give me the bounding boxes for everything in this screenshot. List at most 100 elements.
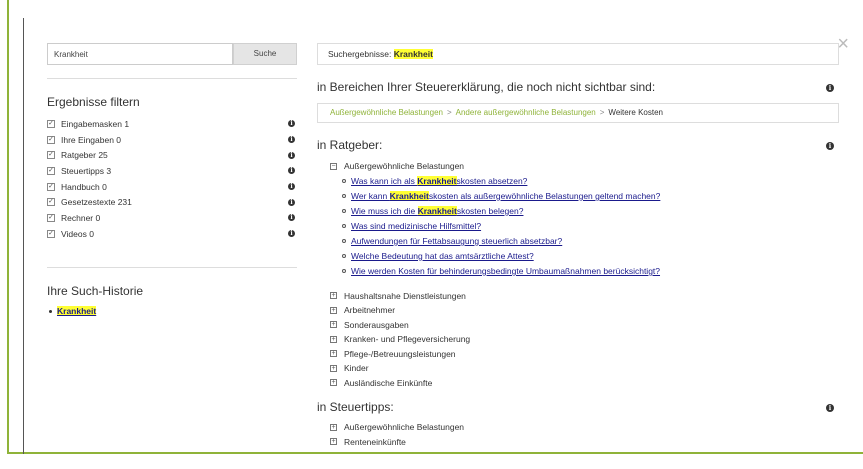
tree-link-item[interactable]: Welche Bedeutung hat das amtsärztliche A…	[342, 249, 660, 264]
filter-row[interactable]: ✓ Gesetzestexte 231 i	[47, 194, 297, 210]
tree-link-item[interactable]: Aufwendungen für Fettabsaugung steuerlic…	[342, 234, 660, 249]
link-text-highlight: Krankheit	[417, 206, 457, 216]
expand-icon[interactable]: +	[330, 292, 337, 300]
tree-node-label: Arbeitnehmer	[344, 305, 396, 316]
filter-row[interactable]: ✓ Ratgeber 25 i	[47, 147, 297, 163]
filter-row[interactable]: ✓ Steuertipps 3 i	[47, 163, 297, 179]
expand-icon[interactable]: +	[330, 438, 337, 446]
info-icon[interactable]: i	[288, 230, 295, 238]
info-icon[interactable]: i	[288, 167, 295, 175]
info-icon[interactable]: i	[288, 151, 295, 159]
tree-node-closed[interactable]: + Sonderausgaben	[330, 318, 660, 333]
filter-row[interactable]: ✓ Videos 0 i	[47, 226, 297, 242]
tree-node-closed[interactable]: + Arbeitnehmer	[330, 303, 660, 318]
checkbox-checked-icon[interactable]: ✓	[47, 229, 55, 238]
checkbox-checked-icon[interactable]: ✓	[47, 182, 55, 191]
tree-node-closed[interactable]: + Kranken- und Pflegeversicherung	[330, 332, 660, 347]
breadcrumb-item[interactable]: Außergewöhnliche Belastungen	[330, 108, 443, 117]
checkbox-checked-icon[interactable]: ✓	[47, 213, 55, 222]
search-input[interactable]	[47, 43, 233, 65]
filter-row[interactable]: ✓ Handbuch 0 i	[47, 179, 297, 195]
filter-label: Eingabemasken 1	[61, 118, 130, 129]
checkbox-checked-icon[interactable]: ✓	[47, 135, 55, 144]
filter-title: Ergebnisse filtern	[47, 95, 140, 109]
info-icon[interactable]: i	[826, 404, 834, 412]
info-icon[interactable]: i	[288, 136, 295, 144]
tree-link-item[interactable]: Wie muss ich die Krankheitskosten belege…	[342, 204, 660, 219]
filter-list: ✓ Eingabemasken 1 i ✓ Ihre Eingaben 0 i ✓ Ratge…	[47, 116, 297, 242]
history-link[interactable]: Krankheit	[57, 306, 97, 316]
filter-row[interactable]: ✓ Eingabemasken 1 i	[47, 116, 297, 132]
filter-label: Steuertipps 3	[61, 165, 112, 176]
filter-row[interactable]: ✓ Ihre Eingaben 0 i	[47, 132, 297, 148]
link-text-pre: Aufwendungen für Fettabsaugung steuerlic…	[351, 236, 563, 246]
filter-label: Videos 0	[61, 228, 94, 239]
filter-label: Ratgeber 25	[61, 150, 108, 161]
filter-label: Rechner 0	[61, 212, 101, 223]
result-link[interactable]: Was sind medizinische Hilfsmittel?	[351, 221, 481, 231]
expand-icon[interactable]: +	[330, 364, 337, 372]
tree-link-item[interactable]: Wie werden Kosten für behinderungsbeding…	[342, 264, 660, 279]
circle-bullet-icon	[342, 269, 346, 273]
section-hidden-title: in Bereichen Ihrer Steuererklärung, die …	[317, 80, 656, 94]
result-link[interactable]: Aufwendungen für Fettabsaugung steuerlic…	[351, 236, 562, 246]
expand-icon[interactable]: +	[330, 335, 337, 343]
filter-label: Gesetzestexte 231	[61, 197, 132, 208]
expand-icon[interactable]: +	[330, 321, 337, 329]
info-icon[interactable]: i	[288, 198, 295, 206]
info-icon[interactable]: i	[288, 183, 295, 191]
link-text-highlight: Krankheit	[417, 176, 457, 186]
link-text-pre: Wie werden Kosten für behinderungsbeding…	[351, 266, 661, 276]
ratgeber-links: Was kann ich als Krankheitskosten absetz…	[330, 174, 660, 279]
collapse-icon[interactable]: −	[330, 162, 337, 170]
expand-icon[interactable]: +	[330, 423, 337, 431]
tree-node-closed[interactable]: + Ausländische Einkünfte	[330, 376, 660, 391]
expand-icon[interactable]: +	[330, 379, 337, 387]
history-item[interactable]: Krankheit	[49, 306, 97, 316]
info-icon[interactable]: i	[288, 120, 295, 128]
divider	[47, 267, 297, 268]
result-link[interactable]: Welche Bedeutung hat das amtsärztliche A…	[351, 251, 534, 261]
ratgeber-tree: − Außergewöhnliche Belastungen Was kann …	[330, 159, 660, 390]
info-icon[interactable]: i	[826, 84, 834, 92]
search-button[interactable]: Suche	[233, 43, 297, 65]
steuertipps-tree: + Außergewöhnliche Belastungen + Renteneink…	[330, 420, 464, 449]
result-link[interactable]: Wer kann Krankheitskosten als außergewöh…	[351, 191, 660, 201]
section-steuertipps-title: in Steuertipps:	[317, 400, 394, 414]
filter-label: Ihre Eingaben 0	[61, 134, 122, 145]
link-text-post: skosten absetzen?	[456, 176, 528, 186]
info-icon[interactable]: i	[826, 142, 834, 150]
result-link[interactable]: Wie muss ich die Krankheitskosten belege…	[351, 206, 523, 216]
expand-icon[interactable]: +	[330, 350, 337, 358]
result-link[interactable]: Was kann ich als Krankheitskosten absetz…	[351, 176, 527, 186]
tree-link-item[interactable]: Wer kann Krankheitskosten als außergewöh…	[342, 189, 660, 204]
tree-node-closed[interactable]: + Außergewöhnliche Belastungen	[330, 420, 464, 435]
info-icon[interactable]: i	[288, 214, 295, 222]
circle-bullet-icon	[342, 224, 346, 228]
filter-row[interactable]: ✓ Rechner 0 i	[47, 210, 297, 226]
tree-node-label: Kinder	[344, 363, 369, 374]
breadcrumb: Außergewöhnliche Belastungen > Andere auße…	[317, 103, 839, 123]
checkbox-checked-icon[interactable]: ✓	[47, 166, 55, 175]
tree-node-closed[interactable]: + Renteneinkünfte	[330, 435, 464, 450]
tree-node-closed[interactable]: + Pflege-/Betreuungsleistungen	[330, 347, 660, 362]
link-text-pre: Wie muss ich die	[351, 206, 418, 216]
tree-node-label: Kranken- und Pflegeversicherung	[344, 334, 471, 345]
bullet-icon	[49, 309, 52, 313]
close-icon[interactable]: ×	[837, 34, 849, 54]
checkbox-checked-icon[interactable]: ✓	[47, 151, 55, 160]
breadcrumb-item[interactable]: Andere außergewöhnliche Belastungen	[456, 108, 596, 117]
tree-node-closed[interactable]: + Kinder	[330, 361, 660, 376]
tree-node-label: Haushaltsnahe Dienstleistungen	[344, 290, 466, 301]
results-prefix: Suchergebnisse:	[328, 49, 392, 59]
results-term: Krankheit	[393, 49, 433, 59]
tree-node-label: Sonderausgaben	[344, 319, 409, 330]
checkbox-checked-icon[interactable]: ✓	[47, 198, 55, 207]
result-link[interactable]: Wie werden Kosten für behinderungsbeding…	[351, 266, 660, 276]
tree-node-open[interactable]: − Außergewöhnliche Belastungen	[330, 159, 660, 174]
tree-node-closed[interactable]: + Haushaltsnahe Dienstleistungen	[330, 289, 660, 304]
tree-link-item[interactable]: Was kann ich als Krankheitskosten absetz…	[342, 174, 660, 189]
tree-link-item[interactable]: Was sind medizinische Hilfsmittel?	[342, 219, 660, 234]
checkbox-checked-icon[interactable]: ✓	[47, 119, 55, 128]
expand-icon[interactable]: +	[330, 306, 337, 314]
